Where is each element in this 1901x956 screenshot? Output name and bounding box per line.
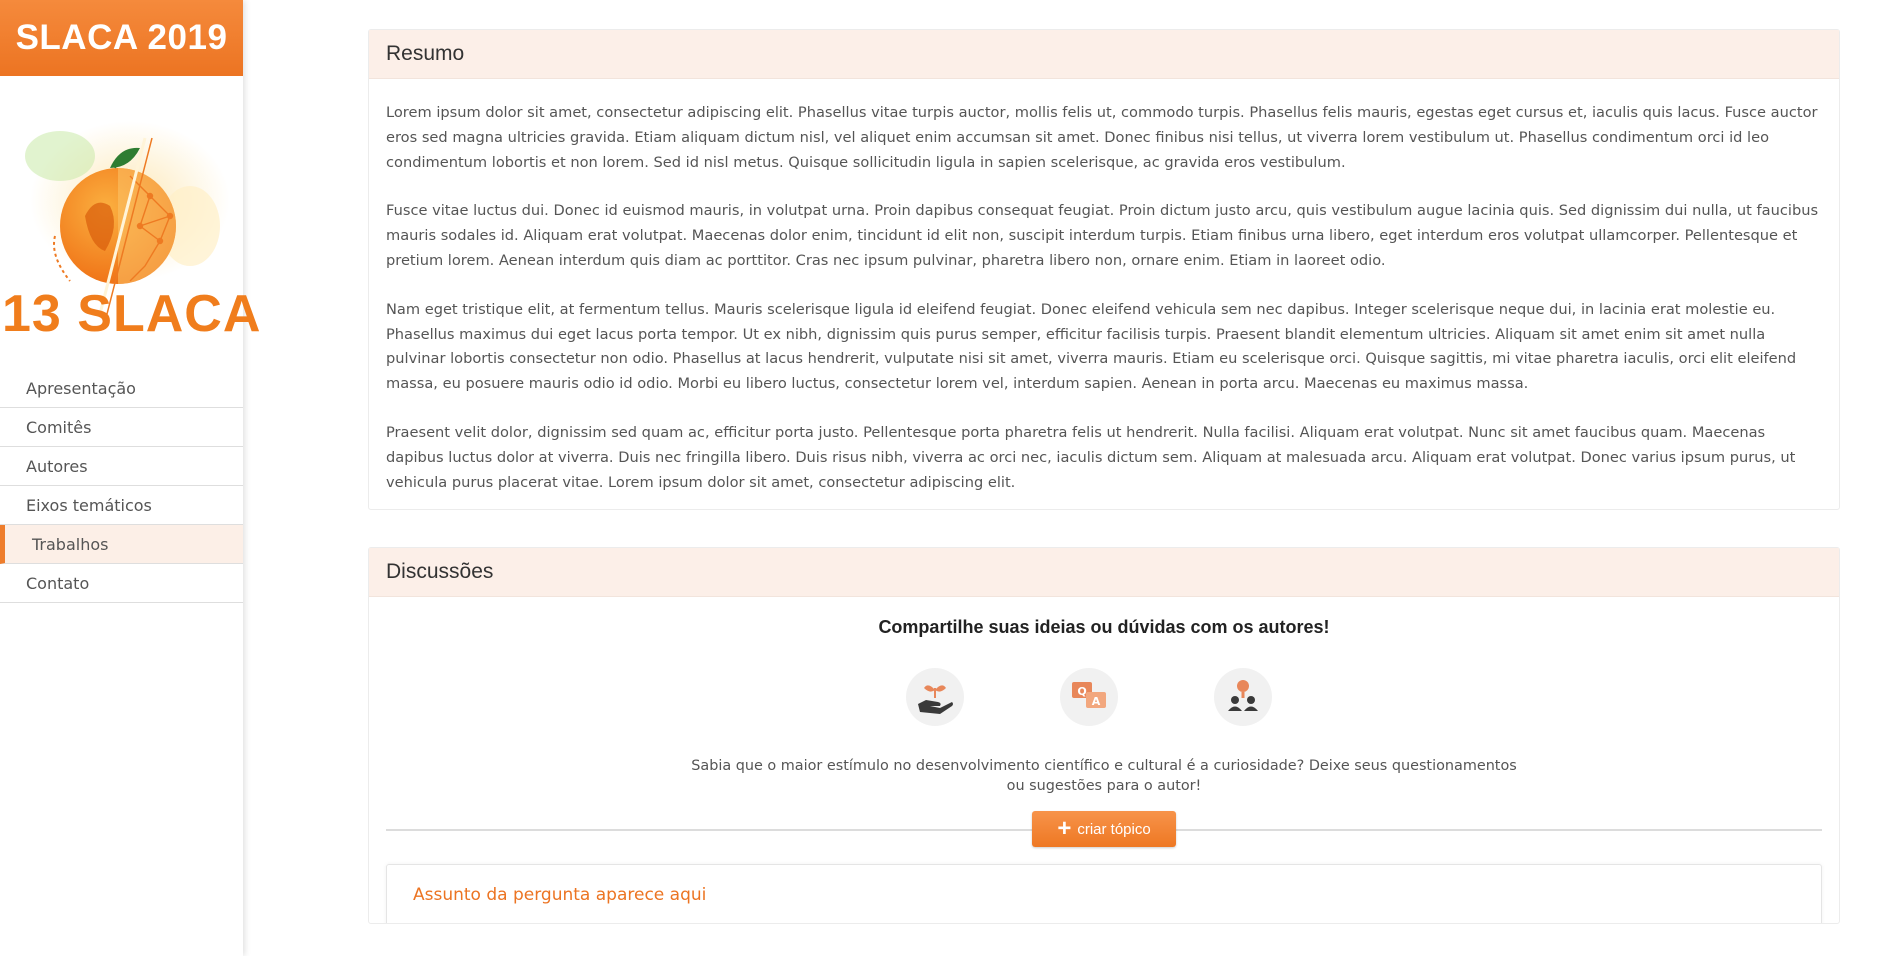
sidebar-item-label: Eixos temáticos bbox=[26, 495, 152, 515]
discussoes-header: Discussões bbox=[369, 548, 1839, 598]
sidebar-item-autores[interactable]: Autores bbox=[0, 447, 243, 486]
discussoes-description: Sabia que o maior estímulo no desenvolvi… bbox=[691, 758, 1517, 795]
sidebar: SLACA 2019 13 SLACA Apresentação Comitês… bbox=[0, 0, 260, 956]
discussoes-body: Compartilhe suas ideias ou dúvidas com o… bbox=[369, 597, 1839, 924]
create-topic-button[interactable]: + criar tópico bbox=[1032, 811, 1176, 848]
resumo-card: Resumo Lorem ipsum dolor sit amet, conse… bbox=[368, 29, 1840, 511]
divider: + criar tópico bbox=[386, 811, 1822, 848]
svg-text:Q: Q bbox=[1077, 685, 1086, 698]
sidebar-item-comites[interactable]: Comitês bbox=[0, 408, 243, 447]
sidebar-item-trabalhos[interactable]: Trabalhos bbox=[0, 525, 243, 564]
resumo-body: Lorem ipsum dolor sit amet, consectetur … bbox=[369, 79, 1839, 509]
sidebar-item-label: Apresentação bbox=[26, 378, 136, 398]
topic-card[interactable]: Assunto da pergunta aparece aqui bbox=[386, 864, 1822, 924]
sidebar-item-label: Comitês bbox=[26, 417, 92, 437]
brand-header[interactable]: SLACA 2019 bbox=[0, 0, 243, 76]
brand-title: SLACA 2019 bbox=[15, 18, 228, 57]
resumo-paragraph: Lorem ipsum dolor sit amet, consectetur … bbox=[386, 104, 1818, 171]
discussoes-title: Discussões bbox=[386, 560, 494, 584]
create-topic-label: criar tópico bbox=[1077, 820, 1151, 838]
sidebar-item-apresentacao[interactable]: Apresentação bbox=[0, 369, 243, 408]
discussoes-heading: Compartilhe suas ideias ou dúvidas com o… bbox=[878, 617, 1330, 638]
sidebar-item-label: Autores bbox=[26, 456, 88, 476]
sidebar-item-contato[interactable]: Contato bbox=[0, 564, 243, 603]
sidebar-nav: Apresentação Comitês Autores Eixos temát… bbox=[0, 369, 243, 603]
sidebar-item-label: Contato bbox=[26, 573, 90, 593]
resumo-paragraph: Nam eget tristique elit, at fermentum te… bbox=[386, 300, 1797, 393]
discussoes-card: Discussões Compartilhe suas ideias ou dú… bbox=[368, 547, 1840, 925]
resumo-header: Resumo bbox=[369, 30, 1839, 79]
sidebar-item-eixos-tematicos[interactable]: Eixos temáticos bbox=[0, 486, 243, 525]
plus-icon: + bbox=[1057, 815, 1072, 843]
people-icon bbox=[1214, 668, 1272, 727]
hand-plant-icon bbox=[906, 668, 964, 727]
resumo-paragraph: Fusce vitae luctus dui. Donec id euismod… bbox=[386, 202, 1819, 269]
feature-icons: Q A bbox=[369, 668, 1822, 727]
logo-text: 13 SLACA bbox=[2, 285, 262, 343]
svg-text:A: A bbox=[1092, 695, 1101, 708]
qa-chat-icon: Q A bbox=[1060, 668, 1118, 727]
event-logo: 13 SLACA bbox=[0, 76, 260, 343]
topic-title[interactable]: Assunto da pergunta aparece aqui bbox=[413, 885, 1821, 905]
main-content: Resumo Lorem ipsum dolor sit amet, conse… bbox=[368, 29, 1840, 956]
resumo-paragraph: Praesent velit dolor, dignissim sed quam… bbox=[386, 423, 1796, 491]
sidebar-item-label: Trabalhos bbox=[32, 534, 109, 554]
resumo-title: Resumo bbox=[386, 42, 465, 65]
